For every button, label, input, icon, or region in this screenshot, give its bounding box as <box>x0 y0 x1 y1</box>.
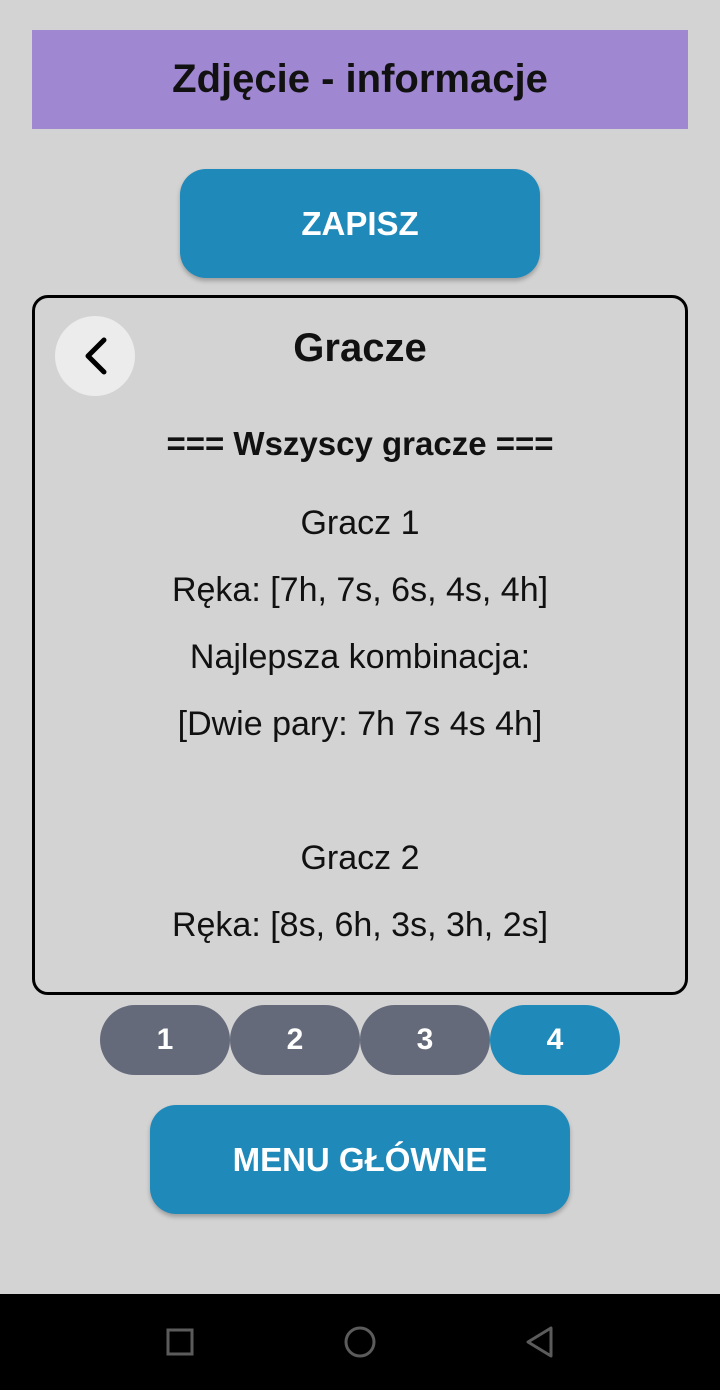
page-button-2[interactable]: 2 <box>230 1005 360 1075</box>
player-name: Gracz 1 <box>300 504 420 542</box>
best-combination-label: Najlepsza kombinacja: <box>189 638 531 676</box>
page-title: Zdjęcie - informacje <box>172 57 548 101</box>
page-button-3[interactable]: 3 <box>360 1005 490 1075</box>
app-header: Zdjęcie - informacje <box>32 30 688 129</box>
player-name: Gracz 2 <box>300 839 420 877</box>
main-menu-button[interactable]: MENU GŁÓWNE <box>150 1105 570 1214</box>
best-combination-value: [Dwie pary: 7h 7s 4s 4h] <box>177 705 543 743</box>
card-content: === Wszyscy gracze === Gracz 1 Ręka: [7h… <box>35 418 685 959</box>
home-button[interactable] <box>340 1322 380 1362</box>
player-hand: Ręka: [8s, 6h, 3s, 3h, 2s] <box>171 906 549 944</box>
system-navigation-bar <box>0 1294 720 1390</box>
circle-home-icon <box>344 1326 376 1358</box>
player-hand: Ręka: [7h, 7s, 6s, 4s, 4h] <box>171 571 549 609</box>
page-button-1[interactable]: 1 <box>100 1005 230 1075</box>
page-button-4[interactable]: 4 <box>490 1005 620 1075</box>
players-card: Gracze === Wszyscy gracze === Gracz 1 Rę… <box>32 295 688 995</box>
pagination: 1 2 3 4 <box>100 1005 620 1075</box>
card-title: Gracze <box>293 326 427 370</box>
recent-apps-button[interactable] <box>160 1322 200 1362</box>
save-button[interactable]: ZAPISZ <box>180 169 540 278</box>
triangle-back-icon <box>526 1326 553 1358</box>
players-heading: === Wszyscy gracze === <box>166 425 554 462</box>
square-recent-icon <box>166 1328 194 1356</box>
system-back-button[interactable] <box>520 1322 560 1362</box>
